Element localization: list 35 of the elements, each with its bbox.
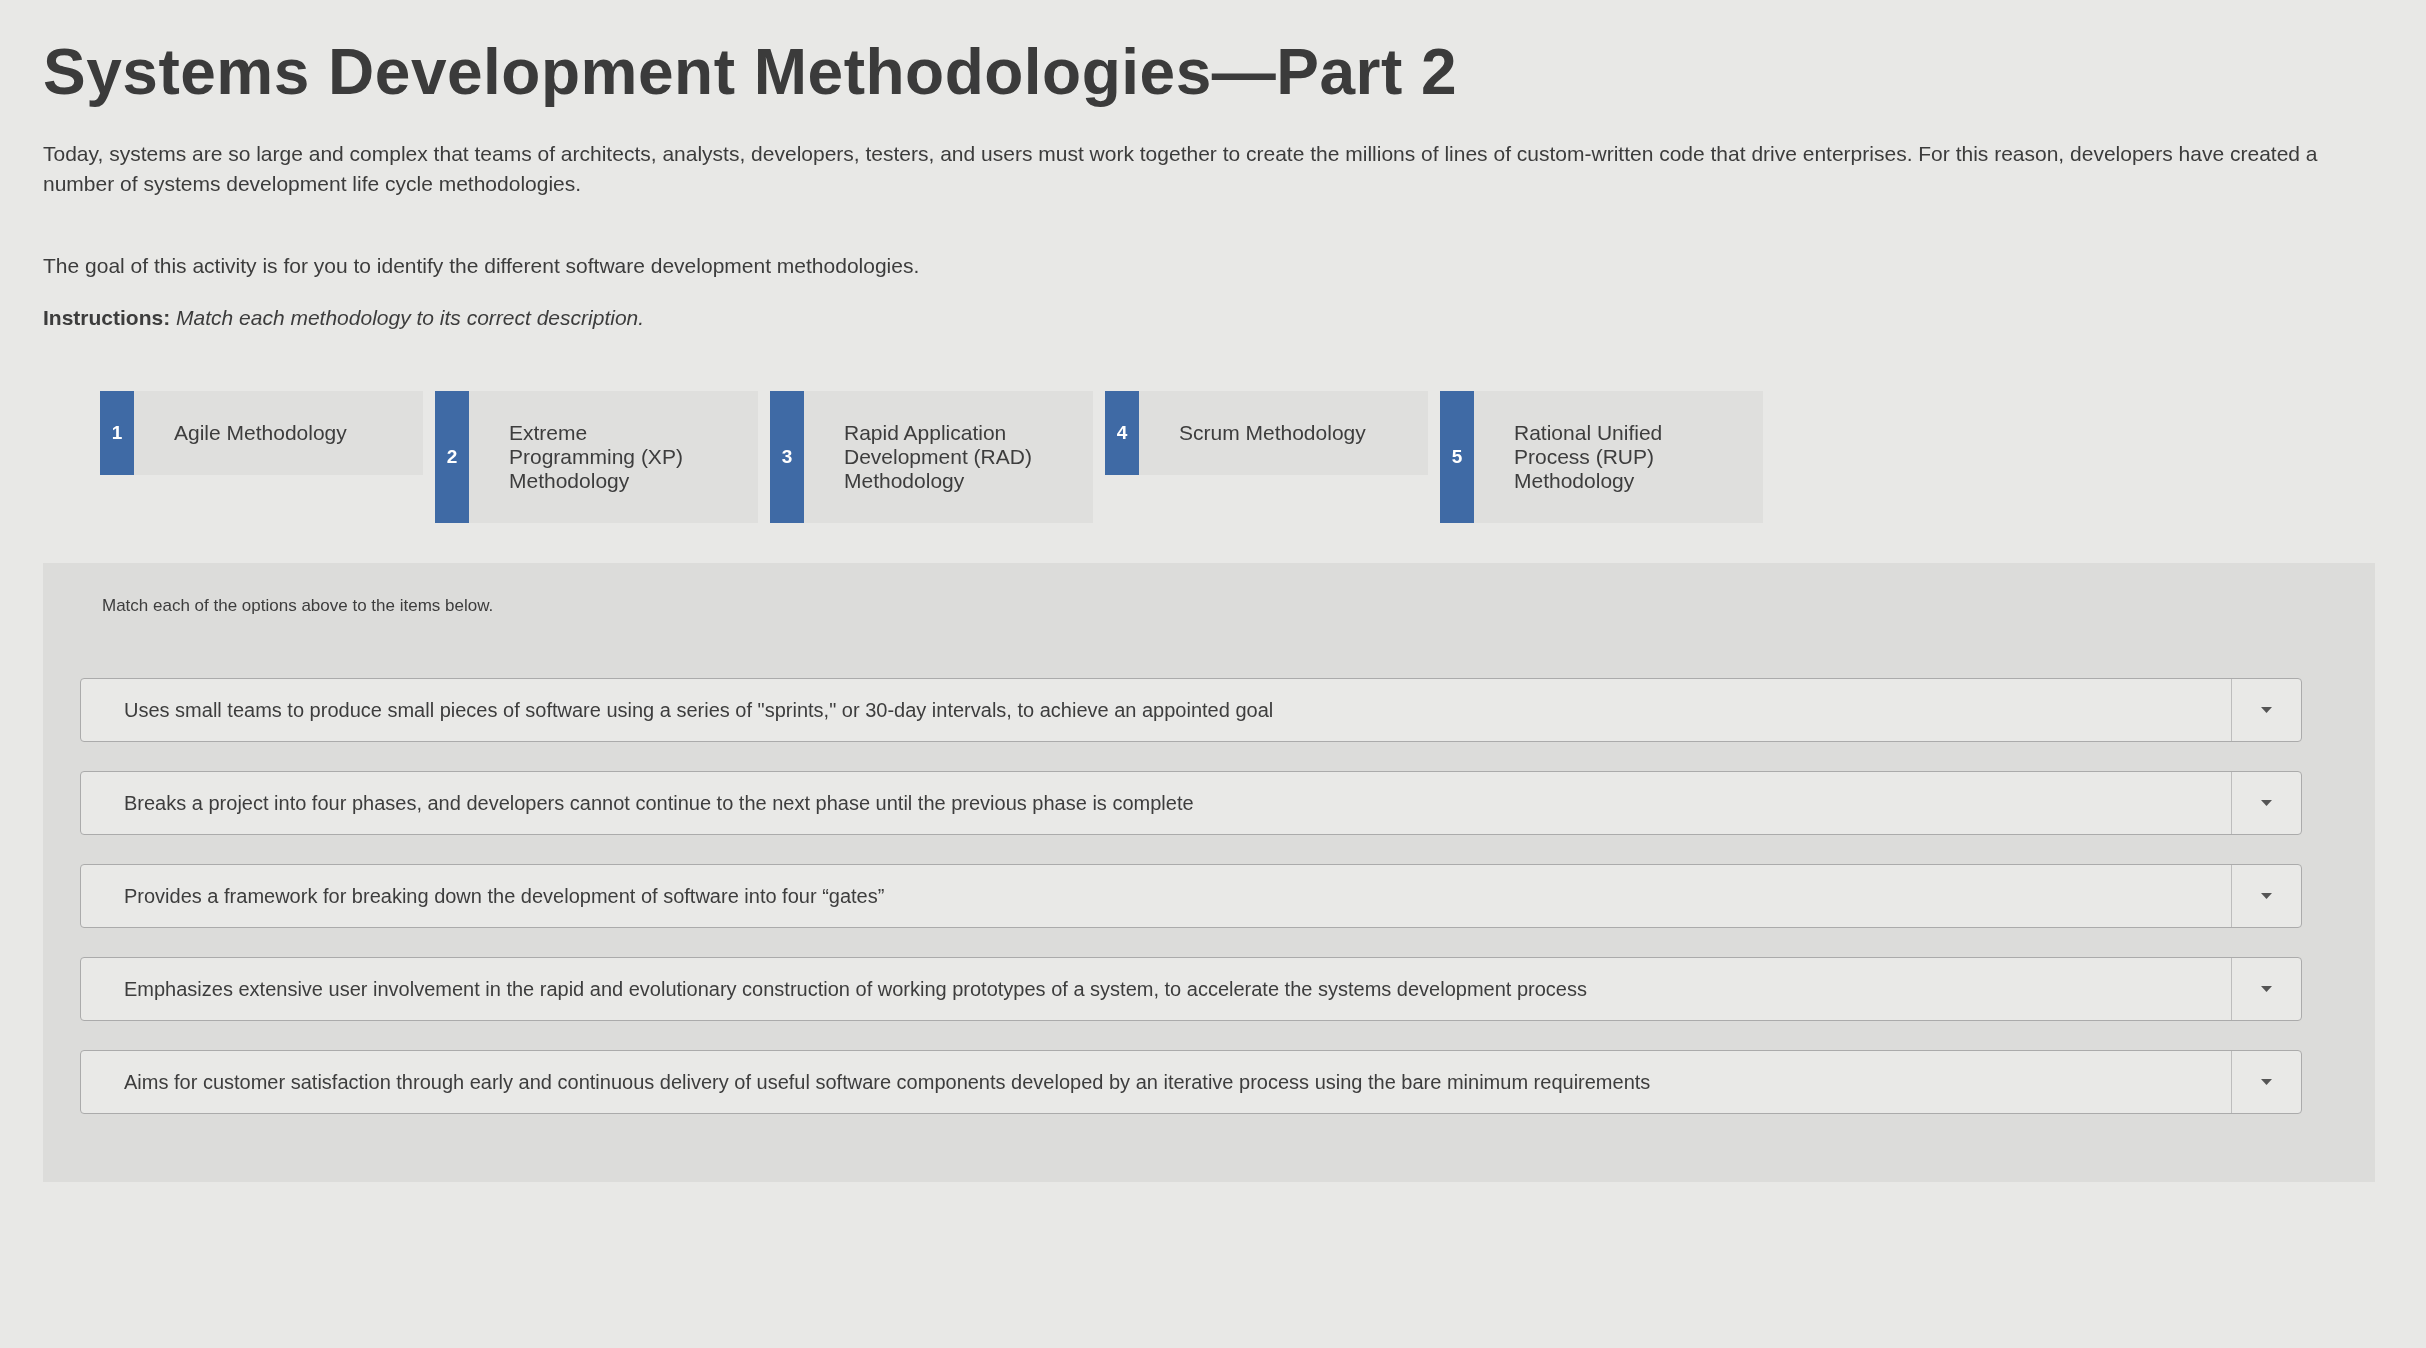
number-badge: 1: [100, 391, 134, 475]
intro-paragraph: The goal of this activity is for you to identify the different software development methodologies.: [43, 253, 920, 279]
match-row[interactable]: Emphasizes extensive user involvement in the rapid and evolutionary construction of working prototypes of a system, to accelerate the systems development process: [80, 957, 2302, 1021]
option-card[interactable]: 1 Agile Methodology: [100, 391, 423, 475]
match-row[interactable]: Aims for customer satisfaction through early and continuous delivery of useful software components developed by an iterative process using the bare minimum requirements: [80, 1050, 2302, 1114]
match-row[interactable]: Uses small teams to produce small pieces of software using a series of "sprints," or 30-day intervals, to achieve an appointed goal: [80, 678, 2302, 742]
instructions-text: Instructions: Match each methodology to its correct description.: [43, 305, 645, 331]
number-badge: 3: [770, 391, 804, 523]
page-title: Systems Development Methodologies—Part 2: [43, 35, 1458, 109]
option-label: Rapid Application Development (RAD) Methodology: [843, 420, 1033, 494]
caret-icon: [2261, 707, 2272, 713]
option-label: Extreme Programming (XP) Methodology: [508, 420, 684, 494]
caret-icon: [2261, 986, 2272, 992]
option-card[interactable]: 3 Rapid Application Development (RAD) Methodology: [770, 391, 1093, 523]
option-card[interactable]: 5 Rational Unified Process (RUP) Methodology: [1440, 391, 1763, 523]
option-card[interactable]: 4 Scrum Methodology: [1105, 391, 1428, 475]
item-description: Provides a framework for breaking down the development of software into four “gates”: [123, 883, 886, 909]
item-description: Breaks a project into four phases, and developers cannot continue to the next phase until the previous phase is complete: [123, 790, 1195, 816]
item-description: Aims for customer satisfaction through early and continuous delivery of useful software components developed by an iterative process using the bare minimum requirements: [123, 1069, 1652, 1095]
number-badge: 2: [435, 391, 469, 523]
intro-paragraph: Today, systems are so large and complex that teams of architects, analysts, developers, testers, and users must work together to create the millions of lines of custom-written code that drive enterprises. For this reason, developers have created a number of systems development life cycle methodologies.: [43, 141, 2319, 197]
number-badge: 5: [1440, 391, 1474, 523]
number-badge: 4: [1105, 391, 1139, 475]
match-row[interactable]: Breaks a project into four phases, and developers cannot continue to the next phase until the previous phase is complete: [80, 771, 2302, 835]
option-label: Scrum Methodology: [1178, 420, 1367, 446]
item-description: Emphasizes extensive user involvement in the rapid and evolutionary construction of working prototypes of a system, to accelerate the systems development process: [123, 976, 1588, 1002]
option-label: Rational Unified Process (RUP) Methodology: [1513, 420, 1664, 494]
item-description: Uses small teams to produce small pieces of software using a series of "sprints," or 30-day intervals, to achieve an appointed goal: [123, 697, 1275, 723]
match-prompt: Match each of the options above to the items below.: [102, 596, 494, 616]
match-row[interactable]: Provides a framework for breaking down the development of software into four “gates”: [80, 864, 2302, 928]
option-card[interactable]: 2 Extreme Programming (XP) Methodology: [435, 391, 758, 523]
caret-icon: [2261, 893, 2272, 899]
option-label: Agile Methodology: [173, 420, 348, 446]
caret-icon: [2261, 800, 2272, 806]
caret-icon: [2261, 1079, 2272, 1085]
